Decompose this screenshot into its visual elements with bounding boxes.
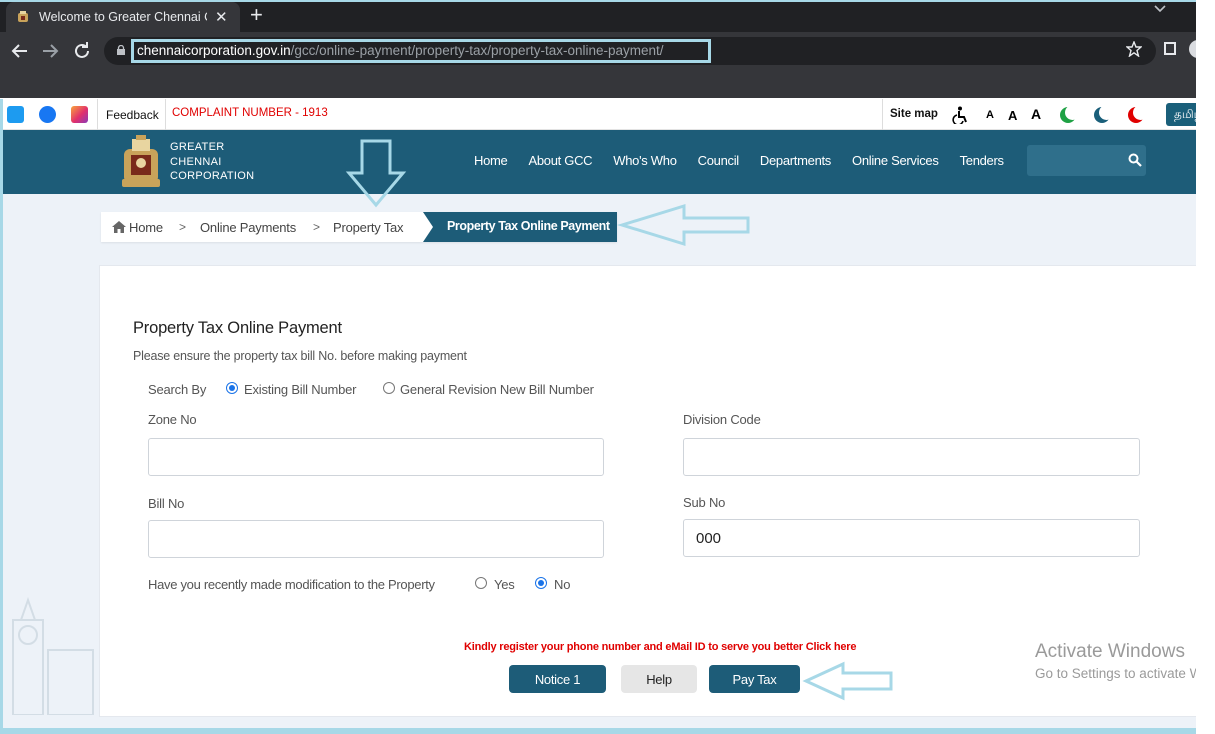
modified-no-radio[interactable] <box>535 577 547 589</box>
bookmark-bar <box>0 70 1197 98</box>
pay-tax-button[interactable]: Pay Tax <box>709 665 800 693</box>
complaint-number: COMPLAINT NUMBER - 1913 <box>172 107 328 119</box>
breadcrumb-property-tax[interactable]: Property Tax <box>333 220 404 235</box>
logo-line: CORPORATION <box>170 170 255 182</box>
browser-toolbar: chennaicorporation.gov.in/gcc/online-pay… <box>0 32 1197 70</box>
logo-line: CHENNAI <box>170 155 222 168</box>
frame-left-border <box>0 99 3 734</box>
logo-line: GREATER <box>170 141 225 153</box>
browser-tab-bar: Welcome to Greater Chennai Co ✕ + <box>0 0 1197 32</box>
url-text[interactable]: chennaicorporation.gov.in/gcc/online-pay… <box>137 43 664 58</box>
side-panel-icon[interactable] <box>1164 42 1176 55</box>
left-arrow-annotation <box>616 203 750 247</box>
general-revision-radio[interactable] <box>383 382 395 394</box>
down-arrow-annotation <box>345 139 407 208</box>
site-logo-text[interactable]: GREATER CHENNAI CORPORATION <box>170 140 254 184</box>
green-theme-icon[interactable] <box>1060 105 1080 123</box>
feedback-link[interactable]: Feedback <box>106 108 159 122</box>
forward-icon[interactable] <box>38 39 62 63</box>
back-icon[interactable] <box>8 39 32 63</box>
frame-bottom-border <box>0 728 1197 734</box>
utility-divider <box>97 99 98 130</box>
twitter-icon[interactable] <box>7 106 24 123</box>
accessibility-icon[interactable] <box>952 106 968 124</box>
nav-whos-who[interactable]: Who's Who <box>613 153 677 168</box>
bill-no-input[interactable] <box>148 520 604 558</box>
nav-about-gcc[interactable]: About GCC <box>528 153 592 168</box>
tab-close-icon[interactable]: ✕ <box>215 10 228 25</box>
modified-yes-radio[interactable] <box>475 577 487 589</box>
facebook-icon[interactable] <box>39 106 56 123</box>
blue-theme-icon[interactable] <box>1094 105 1114 123</box>
form-title: Property Tax Online Payment <box>133 319 342 337</box>
breadcrumb-separator: > <box>179 220 187 234</box>
breadcrumb: Home > Online Payments > Property Tax Pr… <box>101 212 617 242</box>
nav-tenders[interactable]: Tenders <box>960 153 1004 168</box>
home-icon[interactable] <box>112 221 126 233</box>
general-revision-label[interactable]: General Revision New Bill Number <box>400 382 594 397</box>
tamil-language-button[interactable]: தமிழ் <box>1166 103 1200 126</box>
activate-windows-subtitle: Go to Settings to activate Windows. <box>1035 666 1215 681</box>
new-tab-button[interactable]: + <box>250 4 263 26</box>
browser-tab[interactable]: Welcome to Greater Chennai Co ✕ <box>6 2 240 32</box>
bill-no-label: Bill No <box>148 496 185 511</box>
notice-button[interactable]: Notice 1 <box>509 665 606 693</box>
red-theme-icon[interactable] <box>1128 105 1148 123</box>
nav-home[interactable]: Home <box>474 153 508 168</box>
existing-bill-label[interactable]: Existing Bill Number <box>244 382 357 397</box>
main-nav: Home About GCC Who's Who Council Departm… <box>474 153 1025 168</box>
building-watermark-icon <box>12 596 94 715</box>
modified-no-label[interactable]: No <box>554 577 570 592</box>
font-size-medium[interactable]: A <box>1008 108 1017 123</box>
sub-no-input[interactable] <box>683 519 1140 557</box>
register-phone-email-link[interactable]: Kindly register your phone number and eM… <box>464 641 857 653</box>
nav-online-services[interactable]: Online Services <box>852 153 939 168</box>
font-size-small[interactable]: A <box>986 109 994 121</box>
division-code-label: Division Code <box>683 412 761 427</box>
utility-bar: Feedback COMPLAINT NUMBER - 1913 Site ma… <box>0 99 1200 130</box>
existing-bill-radio[interactable] <box>226 382 238 394</box>
chevron-down-icon[interactable] <box>1154 4 1166 14</box>
utility-divider <box>882 99 883 130</box>
frame-right-margin <box>1196 0 1215 734</box>
tab-title: Welcome to Greater Chennai Co <box>39 10 207 24</box>
division-code-input[interactable] <box>683 438 1140 476</box>
sitemap-link[interactable]: Site map <box>890 108 938 120</box>
breadcrumb-home[interactable]: Home <box>129 220 163 235</box>
url-domain: chennaicorporation.gov.in <box>137 43 291 58</box>
breadcrumb-separator: > <box>313 220 321 234</box>
url-path: /gcc/online-payment/property-tax/propert… <box>290 43 664 58</box>
utility-divider <box>165 99 166 130</box>
zone-no-label: Zone No <box>148 412 197 427</box>
lock-icon[interactable] <box>116 45 126 55</box>
site-search-input[interactable] <box>1027 145 1146 176</box>
gcc-favicon-icon <box>18 11 28 22</box>
breadcrumb-online-payments[interactable]: Online Payments <box>200 220 296 235</box>
font-size-large[interactable]: A <box>1031 106 1041 122</box>
instagram-icon[interactable] <box>71 106 88 123</box>
activate-windows-watermark: Activate Windows Go to Settings to activ… <box>1035 641 1215 681</box>
search-by-label: Search By <box>148 382 207 397</box>
search-icon[interactable] <box>1128 153 1142 167</box>
nav-council[interactable]: Council <box>698 153 740 168</box>
gcc-emblem-icon[interactable] <box>120 135 162 189</box>
help-button[interactable]: Help <box>621 665 697 693</box>
activate-windows-title: Activate Windows <box>1035 641 1185 662</box>
site-header: GREATER CHENNAI CORPORATION Home About G… <box>3 130 1197 194</box>
form-subtitle: Please ensure the property tax bill No. … <box>133 349 467 363</box>
modification-question: Have you recently made modification to t… <box>148 577 435 592</box>
star-icon[interactable] <box>1126 41 1142 57</box>
sub-no-label: Sub No <box>683 495 726 510</box>
address-bar[interactable]: chennaicorporation.gov.in/gcc/online-pay… <box>104 37 1156 65</box>
modified-yes-label[interactable]: Yes <box>494 577 515 592</box>
frame-top-border <box>0 0 1197 2</box>
breadcrumb-current-page: Property Tax Online Payment <box>423 212 617 242</box>
left-arrow-annotation <box>802 661 893 701</box>
zone-no-input[interactable] <box>148 438 604 476</box>
reload-icon[interactable] <box>70 39 94 63</box>
nav-departments[interactable]: Departments <box>760 153 831 168</box>
